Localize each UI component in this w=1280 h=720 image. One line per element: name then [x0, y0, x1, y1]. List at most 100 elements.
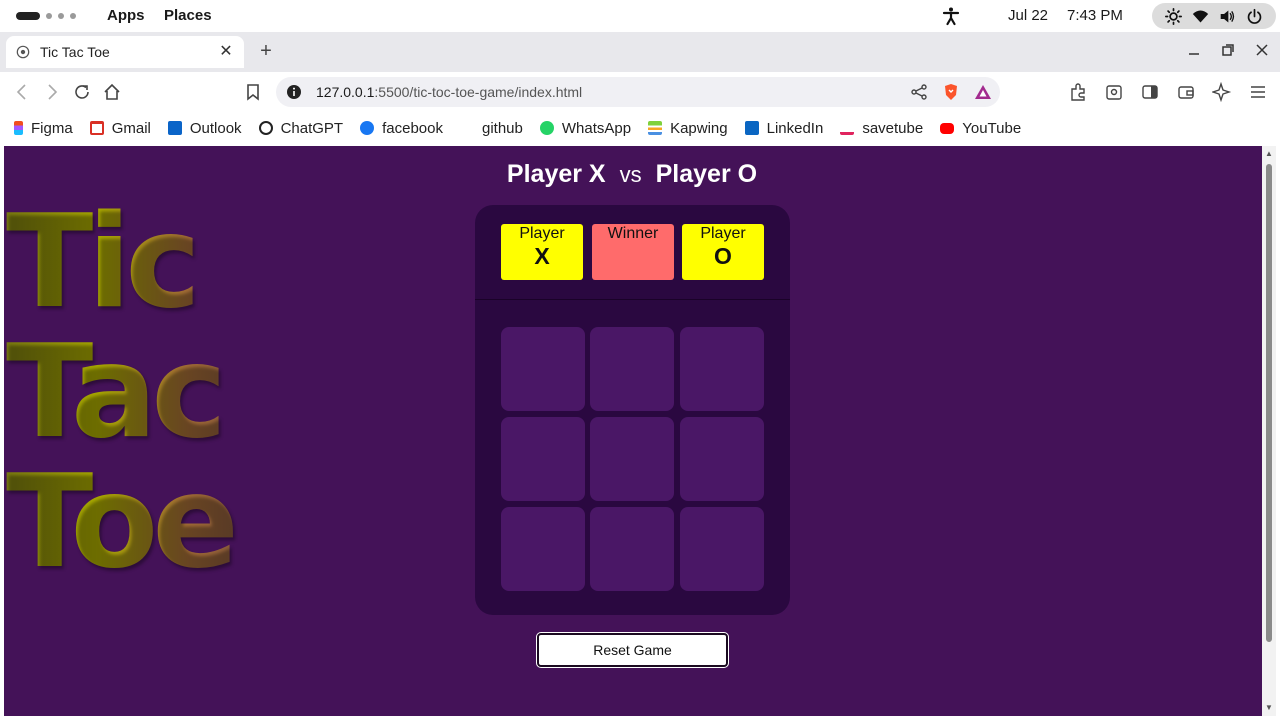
- bookmark-facebook[interactable]: facebook: [360, 120, 443, 137]
- game-board-card: Player X Winner Player O: [475, 205, 790, 615]
- tab-close-icon[interactable]: ✕: [218, 44, 234, 60]
- restore-icon[interactable]: [1220, 42, 1236, 58]
- places-menu[interactable]: Places: [164, 7, 212, 24]
- kapwing-icon: [648, 121, 663, 135]
- bookmark-label: WhatsApp: [561, 119, 632, 137]
- linkedin-icon: [744, 121, 759, 135]
- bookmark-figma[interactable]: Figma: [14, 120, 73, 137]
- close-window-icon[interactable]: [1254, 42, 1270, 58]
- bookmarks-bar: Figma Gmail Outlook ChatGPT facebook git…: [0, 112, 1280, 144]
- board-cell[interactable]: [590, 507, 674, 591]
- bookmark-whatsapp[interactable]: WhatsApp: [539, 119, 632, 137]
- bookmark-label: facebook: [382, 119, 443, 137]
- reload-icon[interactable]: [72, 82, 92, 102]
- leo-ai-icon[interactable]: [1212, 82, 1232, 102]
- player-o-title: Player O: [655, 160, 758, 188]
- system-status-menu[interactable]: [1152, 3, 1276, 29]
- site-info-icon[interactable]: [286, 84, 302, 100]
- reset-game-button[interactable]: Reset Game: [537, 633, 728, 667]
- sidebar-icon[interactable]: [1140, 82, 1160, 102]
- bookmark-label: Figma: [31, 119, 73, 137]
- wifi-icon: [1192, 10, 1209, 22]
- back-icon[interactable]: [12, 82, 32, 102]
- bookmark-gmail[interactable]: Gmail: [89, 119, 151, 137]
- tab-tic-tac-toe[interactable]: Tic Tac Toe ✕: [6, 36, 244, 68]
- bookmark-label: github: [481, 119, 523, 137]
- board-cell[interactable]: [680, 507, 764, 591]
- chatgpt-icon: [258, 121, 273, 135]
- share-icon[interactable]: [910, 83, 928, 101]
- workspace-dot: [46, 13, 52, 19]
- player-o-mark: O: [714, 243, 732, 269]
- bookmark-label: LinkedIn: [766, 119, 824, 137]
- board-cell[interactable]: [501, 417, 585, 501]
- workspace-active-indicator: [16, 12, 40, 20]
- title-word-tac: Tac: [6, 318, 227, 467]
- player-x-label: Player: [519, 225, 565, 242]
- winner-badge: Winner: [592, 224, 674, 280]
- accessibility-icon[interactable]: [941, 6, 961, 26]
- scrollbar-thumb[interactable]: [1266, 164, 1272, 642]
- player-x-mark: X: [534, 243, 550, 269]
- bookmark-savetube[interactable]: savetube: [840, 120, 923, 137]
- vs-label: vs: [619, 162, 642, 187]
- address-bar[interactable]: 127.0.0.1:5500/tic-toc-toe-game/index.ht…: [276, 77, 1000, 107]
- bookmark-youtube[interactable]: YouTube: [940, 120, 1021, 137]
- address-bar-actions: [910, 83, 992, 101]
- outlook-icon: [167, 121, 182, 135]
- workspace-dot: [58, 13, 64, 19]
- scoreboard: Player X Winner Player O: [475, 205, 790, 300]
- tab-title: Tic Tac Toe: [40, 44, 110, 60]
- page-scrollbar[interactable]: ▲ ▼: [1262, 146, 1276, 716]
- reading-list-icon[interactable]: [1104, 82, 1124, 102]
- browser-tab-strip: Tic Tac Toe ✕ +: [0, 32, 1280, 72]
- board-cell[interactable]: [680, 417, 764, 501]
- figma-icon: [14, 121, 23, 135]
- brave-rewards-icon[interactable]: [974, 83, 992, 101]
- menu-icon[interactable]: [1248, 82, 1268, 102]
- new-tab-button[interactable]: +: [256, 41, 276, 61]
- bookmark-outlook[interactable]: Outlook: [167, 119, 242, 137]
- scroll-down-arrow-icon[interactable]: ▼: [1264, 704, 1274, 712]
- bookmark-github[interactable]: github: [460, 120, 523, 137]
- bookmark-chatgpt[interactable]: ChatGPT: [258, 119, 344, 137]
- brave-shields-icon[interactable]: [942, 83, 960, 101]
- clock-time[interactable]: 7:43 PM: [1067, 7, 1123, 24]
- player-o-label: Player: [700, 225, 746, 242]
- title-word-toe: Toe: [6, 448, 239, 597]
- activities-indicator[interactable]: [16, 12, 76, 20]
- system-top-bar: Apps Places Jul 22 7:43 PM: [0, 0, 1280, 32]
- globe-icon: [16, 45, 30, 59]
- scroll-up-arrow-icon[interactable]: ▲: [1264, 150, 1274, 158]
- whatsapp-icon: [539, 121, 554, 135]
- home-icon[interactable]: [102, 82, 122, 102]
- game-title-art: Tic Tac Toe: [6, 198, 239, 597]
- bookmark-linkedin[interactable]: LinkedIn: [744, 119, 824, 137]
- bookmark-label: Outlook: [189, 119, 242, 137]
- wallet-icon[interactable]: [1176, 82, 1196, 102]
- player-x-title: Player X: [506, 160, 606, 188]
- board-cell[interactable]: [501, 507, 585, 591]
- board-cell[interactable]: [590, 417, 674, 501]
- url-host: 127.0.0.1: [316, 84, 375, 100]
- volume-icon: [1220, 10, 1235, 22]
- bookmark-label: ChatGPT: [280, 119, 344, 137]
- url-path: :5500/tic-toc-toe-game/index.html: [374, 84, 583, 100]
- board-cell[interactable]: [501, 327, 585, 411]
- power-icon: [1247, 8, 1262, 24]
- minimize-icon[interactable]: [1186, 42, 1202, 58]
- bookmark-label: Gmail: [111, 119, 151, 137]
- bookmark-label: YouTube: [962, 119, 1022, 137]
- forward-icon[interactable]: [42, 82, 62, 102]
- extensions-icon[interactable]: [1068, 82, 1088, 102]
- browser-extensions-area: [1068, 82, 1268, 102]
- board-cell[interactable]: [590, 327, 674, 411]
- bookmark-kapwing[interactable]: Kapwing: [648, 120, 728, 137]
- board-cell[interactable]: [680, 327, 764, 411]
- bookmark-icon[interactable]: [243, 82, 263, 102]
- download-icon: [840, 121, 855, 135]
- clock-date[interactable]: Jul 22: [1008, 7, 1048, 24]
- apps-menu[interactable]: Apps: [107, 7, 145, 24]
- matchup-heading: Player X vs Player O: [4, 160, 1260, 189]
- github-icon: [460, 121, 474, 135]
